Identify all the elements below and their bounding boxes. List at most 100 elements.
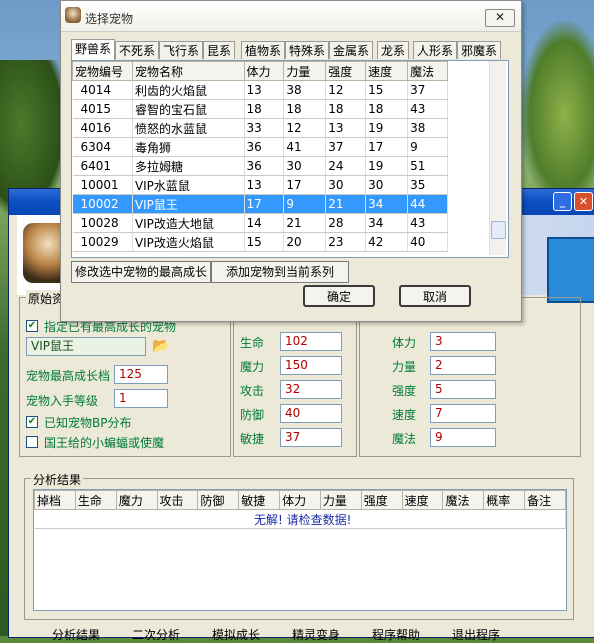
analysis-col[interactable]: 防御 bbox=[197, 490, 240, 510]
analysis-col[interactable]: 生命 bbox=[74, 490, 117, 510]
minimize-button[interactable]: _ bbox=[553, 192, 572, 211]
pet-row[interactable]: 10001 VIP水蓝鼠 13 17 30 30 35 bbox=[72, 175, 448, 195]
cell: 30 bbox=[325, 175, 367, 195]
analysis-col[interactable]: 攻击 bbox=[156, 490, 199, 510]
tab-flying[interactable]: 飞行系 bbox=[159, 41, 204, 59]
add-pet-button[interactable]: 添加宠物到当前系列 bbox=[211, 261, 349, 283]
ok-button[interactable]: 确定 bbox=[303, 285, 375, 307]
pet-row-selected[interactable]: 10002 VIP鼠王 17 9 21 34 44 bbox=[72, 194, 448, 214]
pet-row[interactable]: 4015 睿智的宝石鼠 18 18 18 18 43 bbox=[72, 99, 448, 119]
max-growth-input[interactable]: 125 bbox=[114, 365, 168, 384]
col-mag[interactable]: 魔法 bbox=[407, 61, 448, 81]
col-spd[interactable]: 速度 bbox=[365, 61, 409, 81]
stat-input-mag[interactable]: 9 bbox=[430, 428, 496, 447]
col-pet-name[interactable]: 宠物名称 bbox=[131, 61, 245, 81]
stat-input-def[interactable]: 40 bbox=[280, 404, 342, 423]
pet-row[interactable]: 6401 多拉姆糖 36 30 24 19 51 bbox=[72, 156, 448, 176]
cell: 18 bbox=[283, 99, 327, 119]
stat-input-tgh[interactable]: 5 bbox=[430, 380, 496, 399]
cell: 23 bbox=[325, 232, 367, 252]
cell: 19 bbox=[365, 156, 409, 176]
footer-second-analysis-button[interactable]: 二次分析 bbox=[132, 626, 180, 643]
tab-insect[interactable]: 昆系 bbox=[203, 41, 236, 59]
analysis-col[interactable]: 魔法 bbox=[442, 490, 485, 510]
modify-max-growth-button[interactable]: 修改选中宠物的最高成长 bbox=[71, 261, 211, 283]
footer-exit-button[interactable]: 退出程序 bbox=[452, 626, 500, 643]
tab-demon[interactable]: 邪魔系 bbox=[457, 41, 502, 59]
analysis-col[interactable]: 强度 bbox=[360, 490, 403, 510]
cell: 30 bbox=[365, 175, 409, 195]
stat-label-str: 力量 bbox=[392, 360, 417, 374]
footer-transform-button[interactable]: 精灵变身 bbox=[292, 626, 340, 643]
col-tgh[interactable]: 强度 bbox=[325, 61, 367, 81]
vertical-scrollbar[interactable] bbox=[489, 61, 506, 255]
footer-help-button[interactable]: 程序帮助 bbox=[372, 626, 420, 643]
stat-label-atk: 攻击 bbox=[240, 384, 265, 398]
stat-input-agi[interactable]: 37 bbox=[280, 428, 342, 447]
cell: 21 bbox=[283, 213, 327, 233]
pet-row[interactable]: 4014 利齿的火焰鼠 13 38 12 15 37 bbox=[72, 80, 448, 100]
tab-dragon[interactable]: 龙系 bbox=[377, 41, 410, 59]
footer-simulate-button[interactable]: 模拟成长 bbox=[212, 626, 260, 643]
prefer-max-growth-checkbox[interactable]: ✔ bbox=[26, 320, 38, 332]
pet-row[interactable]: 10028 VIP改造大地鼠 14 21 28 34 43 bbox=[72, 213, 448, 233]
entry-level-input[interactable]: 1 bbox=[114, 389, 168, 408]
pet-name-field[interactable]: VIP鼠王 bbox=[26, 337, 146, 356]
cell: 36 bbox=[244, 137, 285, 157]
cancel-button[interactable]: 取消 bbox=[399, 285, 471, 307]
tab-undead[interactable]: 不死系 bbox=[115, 41, 160, 59]
stat-input-spd[interactable]: 7 bbox=[430, 404, 496, 423]
analysis-col[interactable]: 概率 bbox=[483, 490, 526, 510]
stat-input-hp[interactable]: 102 bbox=[280, 332, 342, 351]
tab-beast[interactable]: 野兽系 bbox=[71, 39, 116, 60]
analysis-col[interactable]: 速度 bbox=[401, 490, 444, 510]
stat-label-tgh: 强度 bbox=[392, 384, 417, 398]
tab-metal[interactable]: 金属系 bbox=[329, 41, 374, 59]
cell: 毒角狮 bbox=[132, 137, 245, 157]
pet-row[interactable]: 6304 毒角狮 36 41 37 17 9 bbox=[72, 137, 448, 157]
cell: 36 bbox=[244, 156, 285, 176]
analysis-col[interactable]: 力量 bbox=[319, 490, 362, 510]
cell: 43 bbox=[407, 99, 448, 119]
stat-label-mag: 魔法 bbox=[392, 432, 417, 446]
entry-level-label: 宠物入手等级 bbox=[26, 394, 99, 408]
analysis-col[interactable]: 备注 bbox=[524, 490, 566, 510]
tab-special[interactable]: 特殊系 bbox=[285, 41, 330, 59]
analysis-col[interactable]: 敏捷 bbox=[238, 490, 281, 510]
analysis-col[interactable]: 掉档 bbox=[34, 490, 76, 510]
cell: 35 bbox=[407, 175, 448, 195]
pet-row[interactable]: 4016 愤怒的水蓝鼠 33 12 13 19 38 bbox=[72, 118, 448, 138]
stat-input-atk[interactable]: 32 bbox=[280, 380, 342, 399]
cell: VIP水蓝鼠 bbox=[132, 175, 245, 195]
stat-input-str[interactable]: 2 bbox=[430, 356, 496, 375]
known-bp-checkbox[interactable]: ✔ bbox=[26, 416, 38, 428]
king-pet-checkbox[interactable] bbox=[26, 436, 38, 448]
close-icon[interactable]: ✕ bbox=[485, 9, 515, 27]
cell: 睿智的宝石鼠 bbox=[132, 99, 245, 119]
stat-input-mp[interactable]: 150 bbox=[280, 356, 342, 375]
analysis-col[interactable]: 体力 bbox=[279, 490, 321, 510]
col-str[interactable]: 力量 bbox=[283, 61, 327, 81]
cell: 9 bbox=[283, 194, 327, 214]
cell: 20 bbox=[283, 232, 327, 252]
pet-row[interactable]: 10029 VIP改造火焰鼠 15 20 23 42 40 bbox=[72, 232, 448, 252]
cell: 24 bbox=[325, 156, 367, 176]
col-pet-id[interactable]: 宠物编号 bbox=[72, 61, 133, 81]
dialog-titlebar: 选择宠物 ✕ bbox=[61, 1, 521, 32]
footer-analyze-button[interactable]: 分析结果 bbox=[52, 626, 100, 643]
stat-input-vit[interactable]: 3 bbox=[430, 332, 496, 351]
analysis-col[interactable]: 魔力 bbox=[115, 490, 158, 510]
cell: 17 bbox=[283, 175, 327, 195]
tab-humanoid[interactable]: 人形系 bbox=[413, 41, 458, 59]
folder-icon[interactable]: 📂 bbox=[152, 338, 169, 354]
scrollbar-thumb[interactable] bbox=[491, 221, 506, 239]
close-button[interactable]: ✕ bbox=[574, 192, 593, 211]
select-pet-dialog: 选择宠物 ✕ 野兽系 不死系 飞行系 昆系 植物系 特殊系 金属系 龙系 人形系… bbox=[60, 0, 522, 322]
col-vit[interactable]: 体力 bbox=[243, 61, 285, 81]
tab-plant[interactable]: 植物系 bbox=[241, 41, 286, 59]
cell: 10028 bbox=[72, 213, 133, 233]
analysis-row[interactable]: 无解! 请检查数据! bbox=[34, 509, 566, 529]
cell: 34 bbox=[365, 213, 409, 233]
analysis-label: 分析结果 bbox=[31, 471, 84, 488]
cell: 44 bbox=[407, 194, 448, 214]
